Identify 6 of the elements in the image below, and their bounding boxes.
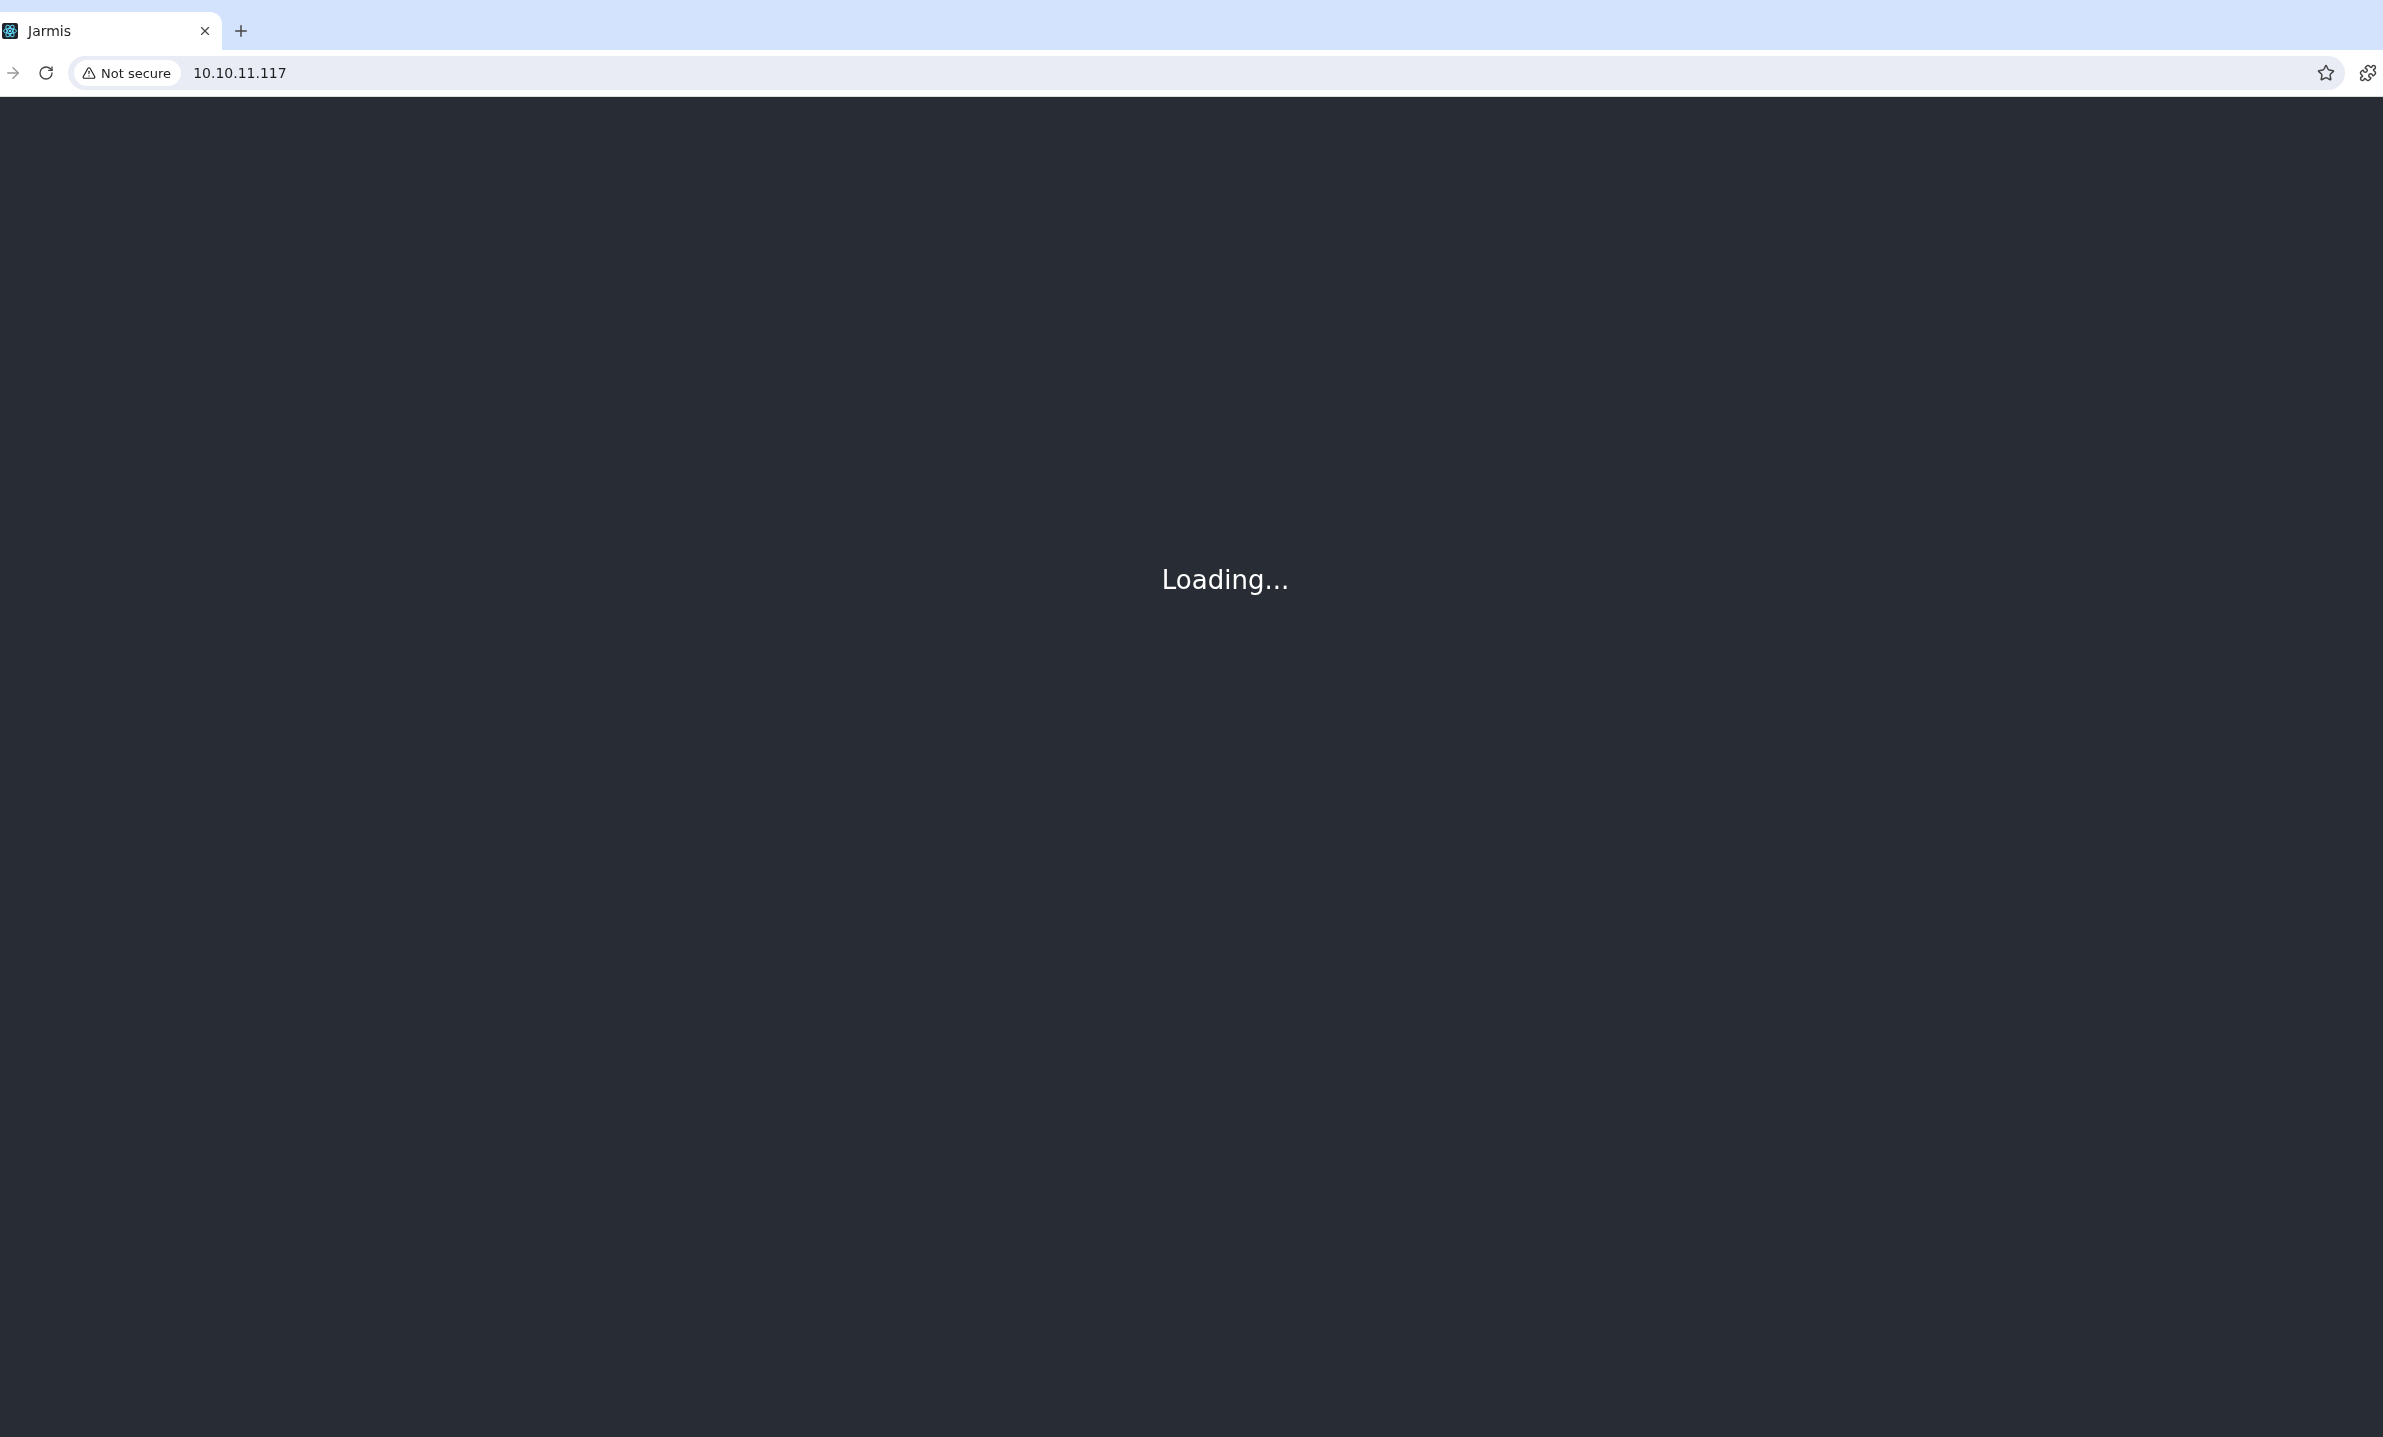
warning-icon xyxy=(82,66,96,80)
loading-message: Loading... xyxy=(1161,565,1290,597)
url-text: 10.10.11.117 xyxy=(193,65,288,81)
security-chip[interactable]: Not secure xyxy=(74,60,182,86)
atom-icon xyxy=(2,23,18,39)
tab-title: Jarmis xyxy=(28,23,73,39)
